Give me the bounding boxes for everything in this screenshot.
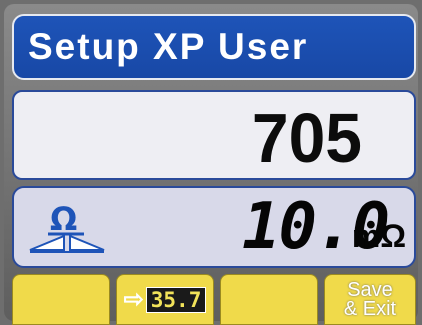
save-exit-label: Save & Exit: [343, 278, 397, 320]
reading-unit: mΩ: [351, 218, 406, 254]
softkey-1[interactable]: [12, 274, 110, 325]
softkey-bar: ⇨ 35.7 Save & Exit: [12, 274, 416, 325]
device-screen: Setup XP User 705 Ω 10.0 mΩ ⇨ 35.7 Save: [4, 4, 418, 325]
title-bar: Setup XP User: [12, 14, 416, 80]
setpoint-value: 705: [251, 99, 362, 177]
page-title: Setup XP User: [28, 26, 309, 67]
softkey-2[interactable]: ⇨ 35.7: [116, 274, 214, 325]
save-exit-line2: & Exit: [343, 297, 397, 320]
ohm-meter-icon: Ω: [29, 200, 105, 253]
setpoint-panel[interactable]: 705: [12, 90, 416, 180]
save-exit-line1: Save: [347, 278, 393, 301]
svg-text:Ω: Ω: [50, 200, 77, 238]
reading-panel: Ω 10.0 mΩ: [12, 186, 416, 268]
save-exit-button[interactable]: Save & Exit: [324, 274, 416, 325]
softkey-2-value: 35.7: [145, 286, 207, 313]
arrow-right-icon: ⇨: [123, 286, 144, 313]
softkey-3[interactable]: [220, 274, 318, 325]
